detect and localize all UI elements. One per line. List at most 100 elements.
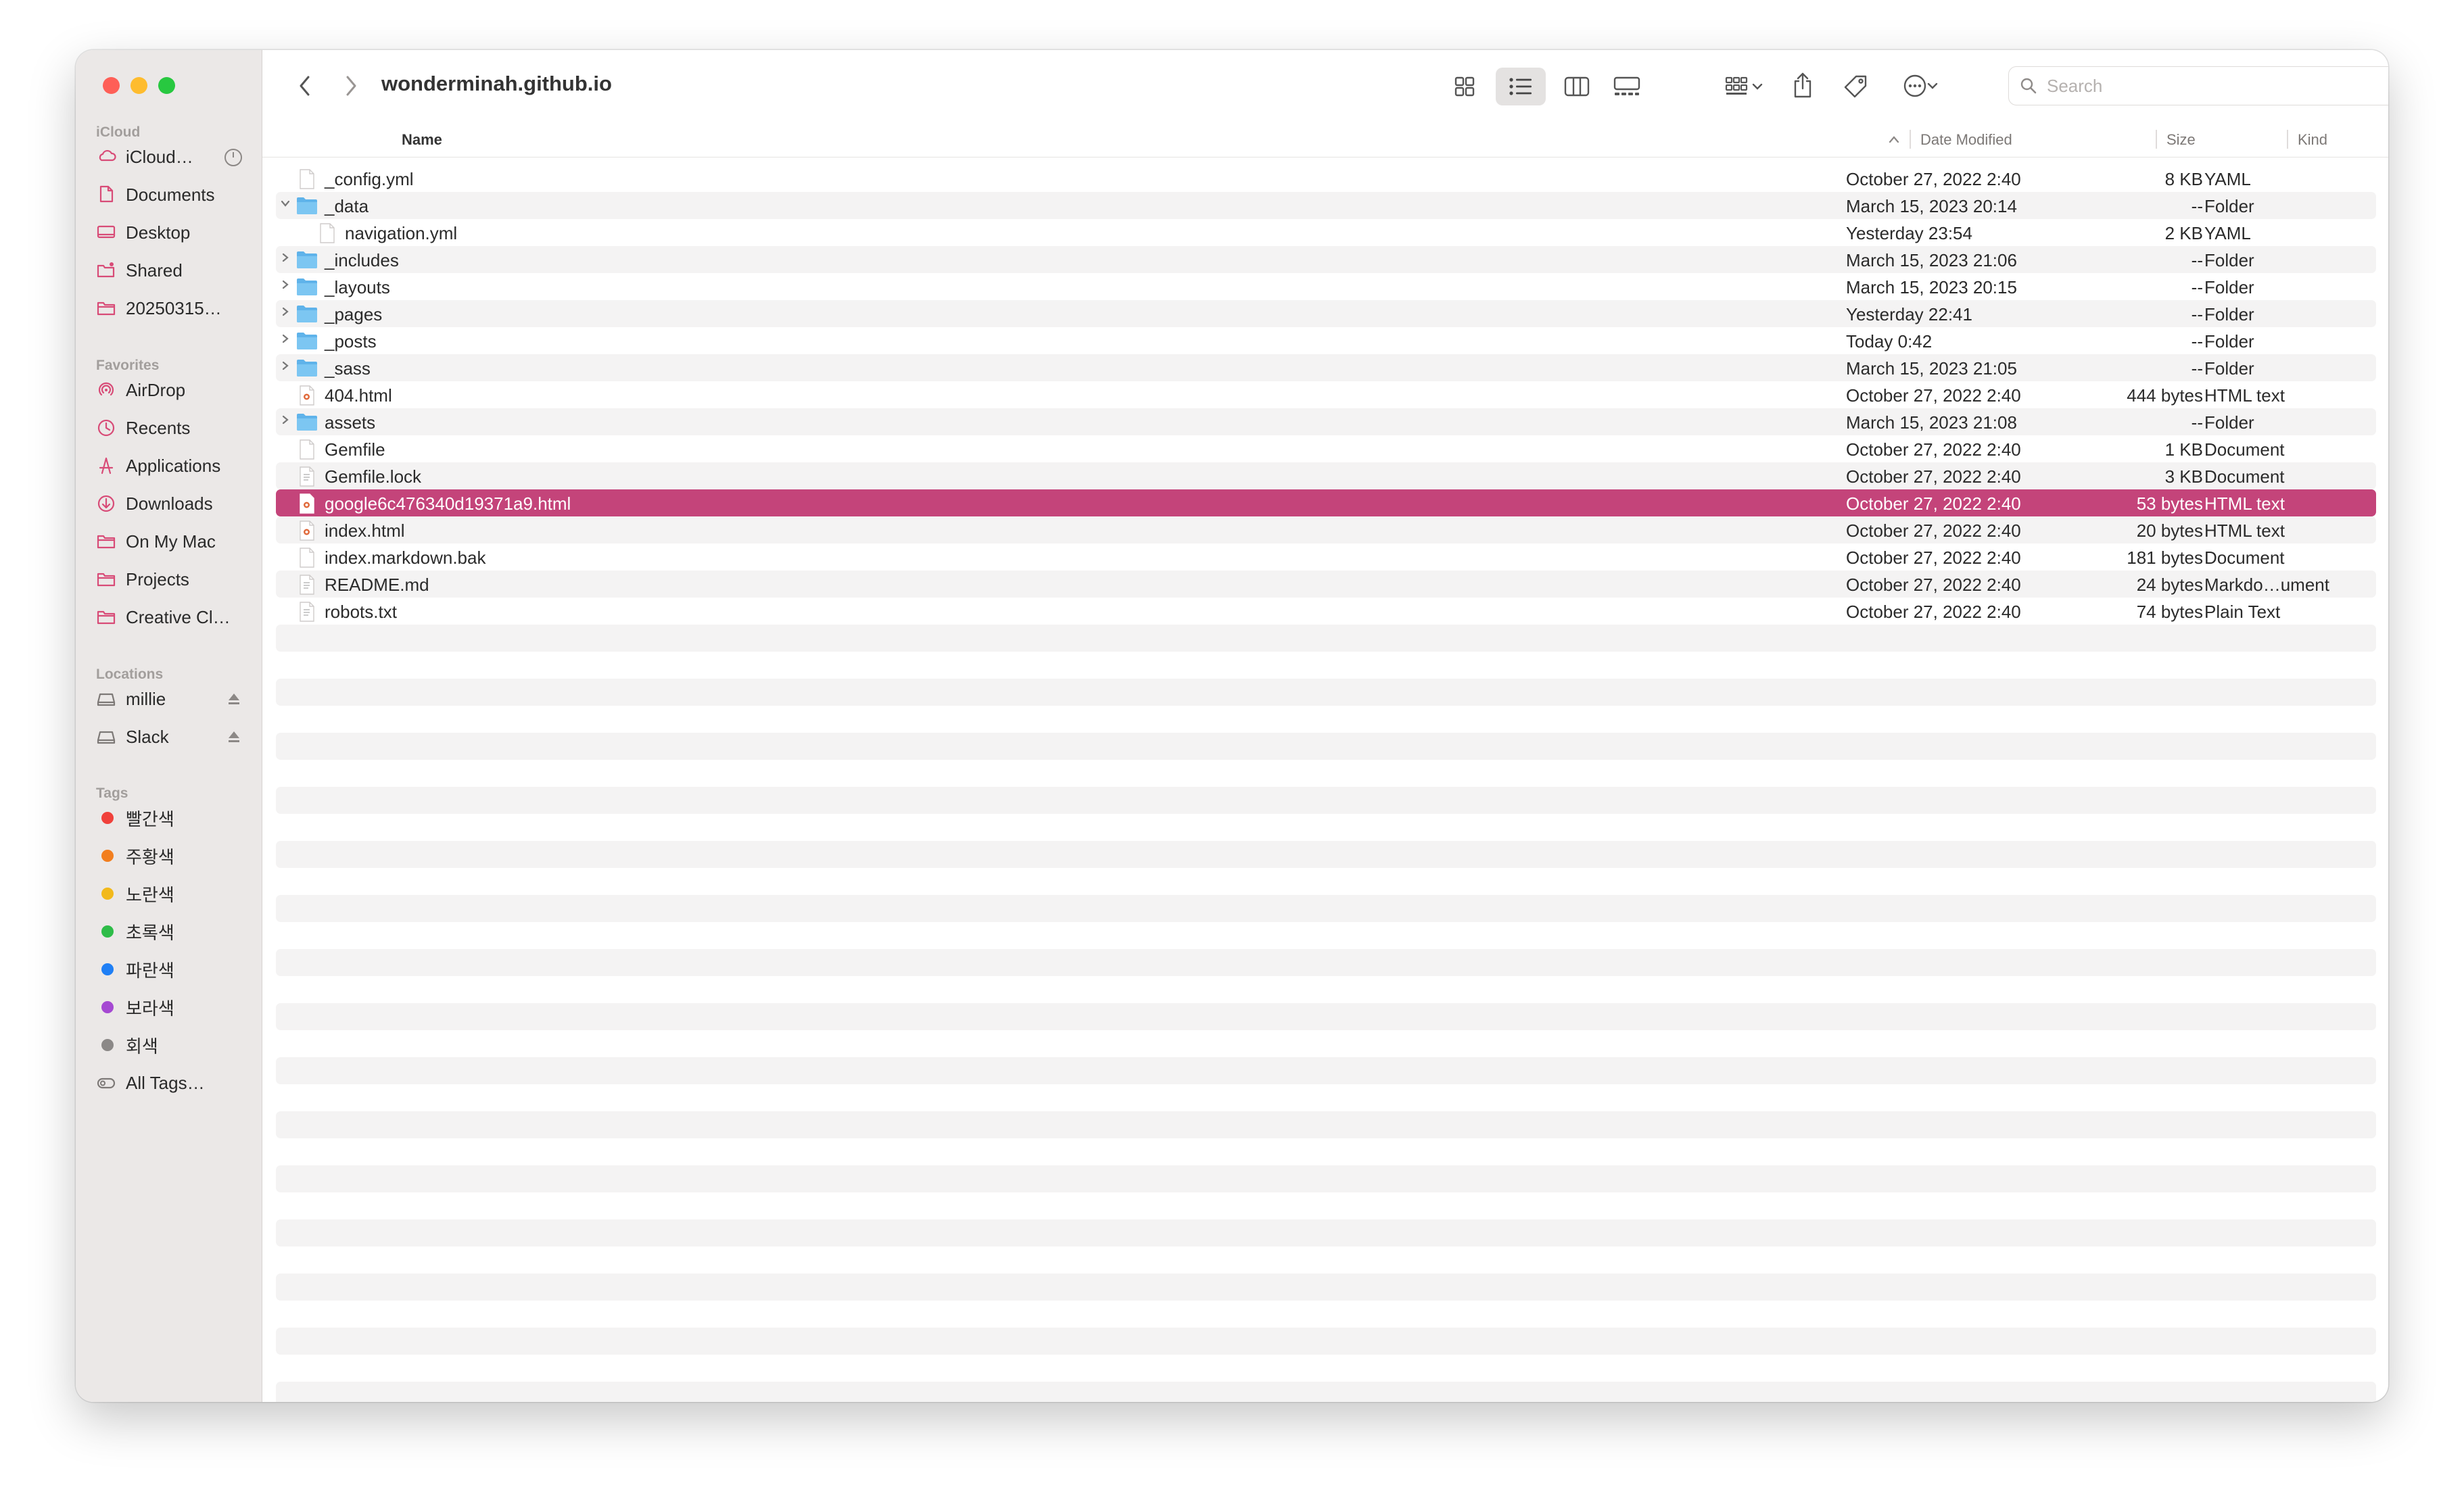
file-row[interactable]: 404.html October 27, 2022 2:40 444 bytes… xyxy=(276,381,2376,408)
icon-view-button[interactable] xyxy=(1444,70,1485,103)
sidebar-item-3-1[interactable]: 주황색 xyxy=(96,841,246,871)
sidebar-item-3-7[interactable]: All Tags… xyxy=(96,1068,246,1098)
file-row[interactable]: Gemfile.lock October 27, 2022 2:40 3 KB … xyxy=(276,462,2376,489)
gallery-view-button[interactable] xyxy=(1607,70,1647,103)
empty-row xyxy=(276,652,2376,679)
sidebar-item-2-0[interactable]: millie xyxy=(96,684,246,714)
file-date: October 27, 2022 2:40 xyxy=(1846,575,2021,595)
file-kind: Folder xyxy=(2204,358,2254,379)
file-row[interactable]: assets March 15, 2023 21:08 -- Folder xyxy=(276,408,2376,435)
file-name: navigation.yml xyxy=(345,223,458,243)
zoom-window-button[interactable] xyxy=(158,77,175,94)
file-date: March 15, 2023 20:15 xyxy=(1846,277,2017,297)
file-row[interactable]: _pages Yesterday 22:41 -- Folder xyxy=(276,300,2376,327)
empty-row xyxy=(276,841,2376,868)
sidebar-item-3-3[interactable]: 초록색 xyxy=(96,917,246,946)
empty-row xyxy=(276,1084,2376,1111)
sidebar-item-2-1[interactable]: Slack xyxy=(96,722,246,752)
file-row[interactable]: Gemfile October 27, 2022 2:40 1 KB Docum… xyxy=(276,435,2376,462)
empty-row xyxy=(276,1138,2376,1165)
file-kind: Markdo…ument xyxy=(2204,575,2329,595)
tag-button[interactable] xyxy=(1837,68,1874,105)
file-row[interactable]: google6c476340d19371a9.html October 27, … xyxy=(276,489,2376,516)
sidebar-item-3-0[interactable]: 빨간색 xyxy=(96,803,246,833)
column-header-name[interactable]: Name xyxy=(402,131,442,149)
file-size: -- xyxy=(2191,277,2203,297)
disclosure-collapsed-icon[interactable] xyxy=(280,252,291,263)
group-by-button[interactable] xyxy=(1715,70,1773,103)
sidebar-item-0-3[interactable]: Shared xyxy=(96,256,246,285)
sidebar-item-0-2[interactable]: Desktop xyxy=(96,218,246,247)
empty-row xyxy=(276,760,2376,787)
empty-row xyxy=(276,895,2376,922)
file-row[interactable]: _config.yml October 27, 2022 2:40 8 KB Y… xyxy=(276,165,2376,192)
file-name: _data xyxy=(325,196,369,216)
file-row[interactable]: _data March 15, 2023 20:14 -- Folder xyxy=(276,192,2376,219)
empty-row xyxy=(276,1301,2376,1328)
file-size: -- xyxy=(2191,331,2203,352)
forward-button[interactable] xyxy=(335,70,366,101)
sidebar-item-1-3[interactable]: Downloads xyxy=(96,489,246,518)
sidebar-item-label: Shared xyxy=(126,260,183,281)
sidebar-item-3-6[interactable]: 회색 xyxy=(96,1030,246,1060)
sidebar-item-1-1[interactable]: Recents xyxy=(96,413,246,443)
disclosure-collapsed-icon[interactable] xyxy=(280,360,291,371)
file-row[interactable]: _posts Today 0:42 -- Folder xyxy=(276,327,2376,354)
list-view-button[interactable] xyxy=(1496,68,1546,105)
file-row[interactable]: robots.txt October 27, 2022 2:40 74 byte… xyxy=(276,598,2376,625)
disclosure-expanded-icon[interactable] xyxy=(280,198,291,209)
file-row[interactable]: _layouts March 15, 2023 20:15 -- Folder xyxy=(276,273,2376,300)
sidebar-item-0-0[interactable]: iCloud… xyxy=(96,142,246,172)
file-row[interactable]: _sass March 15, 2023 21:05 -- Folder xyxy=(276,354,2376,381)
sidebar-item-0-1[interactable]: Documents xyxy=(96,180,246,210)
sidebar-item-1-5[interactable]: Projects xyxy=(96,564,246,594)
drive-icon xyxy=(97,731,116,744)
tag-color-icon xyxy=(101,963,114,975)
file-date: October 27, 2022 2:40 xyxy=(1846,439,2021,460)
column-divider[interactable] xyxy=(1910,130,1911,149)
close-window-button[interactable] xyxy=(103,77,120,94)
sidebar-item-1-4[interactable]: On My Mac xyxy=(96,527,246,556)
column-divider[interactable] xyxy=(2156,130,2157,149)
file-name: _posts xyxy=(325,331,377,352)
disclosure-collapsed-icon[interactable] xyxy=(280,306,291,317)
file-size: -- xyxy=(2191,250,2203,270)
sidebar-item-1-6[interactable]: Creative Cl… xyxy=(96,602,246,632)
sidebar-item-3-5[interactable]: 보라색 xyxy=(96,992,246,1022)
search-field[interactable] xyxy=(2008,66,2388,105)
disclosure-collapsed-icon[interactable] xyxy=(280,279,291,290)
file-row[interactable]: README.md October 27, 2022 2:40 24 bytes… xyxy=(276,571,2376,598)
empty-row xyxy=(276,1219,2376,1246)
column-divider[interactable] xyxy=(2287,130,2288,149)
icloud-status-icon xyxy=(224,149,242,166)
window-title: wonderminah.github.io xyxy=(381,72,612,95)
file-kind: Document xyxy=(2204,466,2285,487)
sidebar-item-1-0[interactable]: AirDrop xyxy=(96,375,246,405)
sort-ascending-icon[interactable] xyxy=(1888,135,1900,143)
file-date: Today 0:42 xyxy=(1846,331,1933,352)
more-actions-button[interactable] xyxy=(1892,69,1949,103)
file-row[interactable]: index.markdown.bak October 27, 2022 2:40… xyxy=(276,543,2376,571)
file-row[interactable]: index.html October 27, 2022 2:40 20 byte… xyxy=(276,516,2376,543)
disclosure-collapsed-icon[interactable] xyxy=(280,333,291,344)
tag-color-icon xyxy=(101,812,114,824)
back-button[interactable] xyxy=(289,70,321,101)
disclosure-collapsed-icon[interactable] xyxy=(280,414,291,425)
file-row[interactable]: navigation.yml Yesterday 23:54 2 KB YAML xyxy=(276,219,2376,246)
sidebar-item-3-4[interactable]: 파란색 xyxy=(96,954,246,984)
share-button[interactable] xyxy=(1784,66,1822,104)
eject-icon[interactable] xyxy=(224,727,243,746)
search-input[interactable] xyxy=(2045,74,2388,97)
column-header-kind[interactable]: Kind xyxy=(2298,131,2327,149)
column-view-button[interactable] xyxy=(1557,70,1597,103)
column-header-date[interactable]: Date Modified xyxy=(1920,131,2012,149)
column-header-size[interactable]: Size xyxy=(2166,131,2196,149)
sidebar-item-3-2[interactable]: 노란색 xyxy=(96,879,246,909)
sidebar-item-1-2[interactable]: Applications xyxy=(96,451,246,481)
empty-row xyxy=(276,1355,2376,1382)
minimize-window-button[interactable] xyxy=(131,77,147,94)
all-tags-icon xyxy=(97,1077,116,1089)
eject-icon[interactable] xyxy=(224,689,243,708)
sidebar-item-0-4[interactable]: 20250315… xyxy=(96,293,246,323)
file-row[interactable]: _includes March 15, 2023 21:06 -- Folder xyxy=(276,246,2376,273)
